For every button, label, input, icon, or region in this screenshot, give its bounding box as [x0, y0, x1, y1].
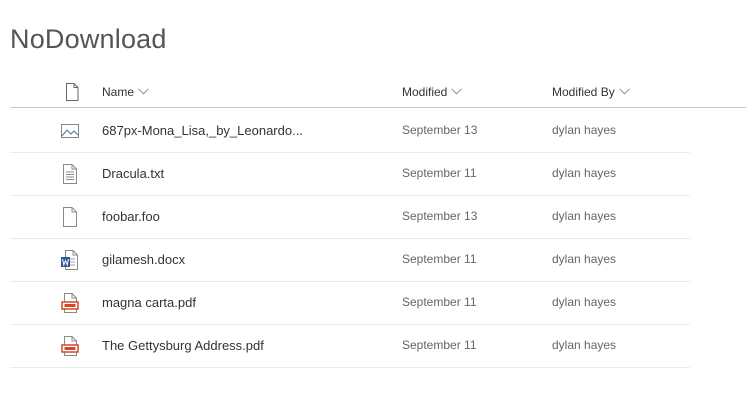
file-row[interactable]: Dracula.txt September 11 dylan hayes: [10, 153, 690, 196]
page-title: NoDownload: [10, 24, 167, 54]
file-modified-by[interactable]: dylan hayes: [552, 153, 616, 193]
file-name-link[interactable]: gilamesh.docx: [102, 239, 185, 281]
file-modified-by[interactable]: dylan hayes: [552, 325, 616, 365]
pdf-file-icon: [60, 293, 80, 313]
file-modified-date: September 13: [402, 123, 478, 137]
image-file-icon: [60, 121, 80, 141]
text-file-icon: [60, 164, 80, 184]
file-modified-date: September 11: [402, 338, 477, 352]
chevron-down-icon: [451, 75, 463, 107]
file-modified-by[interactable]: dylan hayes: [552, 110, 616, 150]
word-file-icon: [60, 250, 80, 270]
column-header-modified-by[interactable]: Modified By: [552, 76, 630, 108]
file-name-link[interactable]: Dracula.txt: [102, 153, 164, 195]
column-header-name[interactable]: Name: [102, 76, 149, 108]
generic-file-icon: [60, 207, 80, 227]
column-header-modified-by-label: Modified By: [552, 85, 615, 99]
file-name-link[interactable]: foobar.foo: [102, 196, 160, 238]
file-modified-by[interactable]: dylan hayes: [552, 196, 616, 236]
chevron-down-icon: [618, 75, 630, 107]
file-row[interactable]: foobar.foo September 13 dylan hayes: [10, 196, 690, 239]
column-header-modified-label: Modified: [402, 85, 448, 99]
file-modified-by[interactable]: dylan hayes: [552, 282, 616, 322]
file-name-link[interactable]: 687px-Mona_Lisa,_by_Leonardo...: [102, 110, 303, 152]
file-row[interactable]: The Gettysburg Address.pdf September 11 …: [10, 325, 690, 368]
file-name-link[interactable]: The Gettysburg Address.pdf: [102, 325, 264, 367]
file-row[interactable]: magna carta.pdf September 11 dylan hayes: [10, 282, 690, 325]
column-header-modified[interactable]: Modified: [402, 75, 463, 108]
file-row[interactable]: 687px-Mona_Lisa,_by_Leonardo... Septembe…: [10, 110, 690, 153]
file-modified-date: September 13: [402, 209, 478, 223]
file-list: 687px-Mona_Lisa,_by_Leonardo... Septembe…: [10, 110, 690, 368]
file-modified-date: September 11: [402, 252, 477, 266]
column-header-name-label: Name: [102, 85, 135, 99]
file-modified-date: September 11: [402, 295, 477, 309]
chevron-down-icon: [138, 75, 149, 107]
file-modified-by[interactable]: dylan hayes: [552, 239, 616, 279]
pdf-file-icon: [60, 336, 80, 356]
file-name-link[interactable]: magna carta.pdf: [102, 282, 196, 324]
file-modified-date: September 11: [402, 166, 477, 180]
column-header-row: Name Modified Modified By: [10, 76, 746, 108]
document-icon[interactable]: [64, 83, 80, 101]
file-row[interactable]: gilamesh.docx September 11 dylan hayes: [10, 239, 690, 282]
